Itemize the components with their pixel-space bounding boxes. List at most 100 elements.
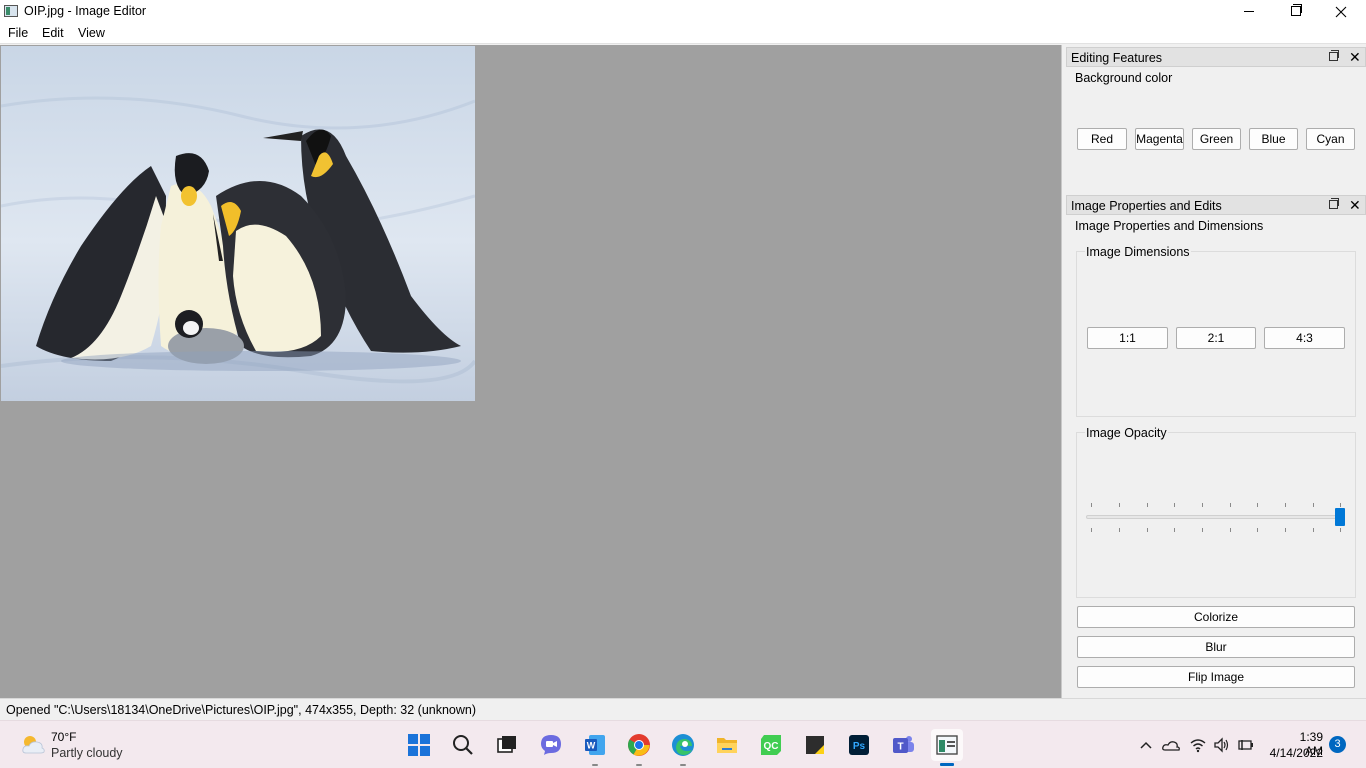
onedrive-icon[interactable] bbox=[1162, 737, 1180, 753]
battery-icon[interactable] bbox=[1237, 737, 1253, 753]
edge-icon bbox=[672, 734, 694, 756]
chrome-icon bbox=[628, 734, 650, 756]
slider-tick bbox=[1313, 503, 1314, 507]
menu-view[interactable]: View bbox=[76, 26, 107, 40]
running-indicator bbox=[592, 764, 598, 766]
opacity-slider-track[interactable] bbox=[1086, 515, 1344, 519]
status-bar: Opened "C:\Users\18134\OneDrive\Pictures… bbox=[0, 698, 1366, 720]
menu-file[interactable]: File bbox=[6, 26, 30, 40]
close-window-button[interactable] bbox=[1318, 0, 1364, 24]
notification-badge[interactable]: 3 bbox=[1329, 736, 1346, 753]
image-properties-title: Image Properties and Edits bbox=[1071, 199, 1222, 213]
magenta-button[interactable]: Magenta bbox=[1135, 128, 1184, 150]
image-editor-button[interactable] bbox=[931, 729, 963, 766]
slider-tick bbox=[1174, 528, 1175, 532]
ratio-1-1-button[interactable]: 1:1 bbox=[1087, 327, 1168, 349]
weather-icon[interactable] bbox=[20, 733, 46, 755]
maximize-button[interactable] bbox=[1272, 0, 1318, 24]
search-icon bbox=[453, 735, 473, 755]
file-explorer-button[interactable] bbox=[711, 729, 743, 761]
slider-tick bbox=[1230, 503, 1231, 507]
blur-button[interactable]: Blur bbox=[1077, 636, 1355, 658]
teams-button[interactable]: T bbox=[887, 729, 919, 761]
slider-tick bbox=[1202, 503, 1203, 507]
photoshop-icon: Ps bbox=[849, 735, 869, 755]
title-bar: OIP.jpg - Image Editor bbox=[0, 0, 1366, 24]
slider-tick bbox=[1257, 503, 1258, 507]
slider-tick bbox=[1091, 503, 1092, 507]
image-properties-titlebar[interactable]: Image Properties and Edits ✕ bbox=[1066, 195, 1366, 215]
slider-tick bbox=[1091, 528, 1092, 532]
svg-text:QC: QC bbox=[764, 741, 779, 752]
slider-tick bbox=[1119, 503, 1120, 507]
chrome-button[interactable] bbox=[623, 729, 655, 766]
search-button[interactable] bbox=[447, 729, 479, 761]
svg-text:W: W bbox=[587, 741, 596, 751]
image-canvas[interactable] bbox=[0, 45, 1062, 698]
image-opacity-label: Image Opacity bbox=[1085, 426, 1168, 440]
start-icon bbox=[408, 734, 430, 756]
clock-date[interactable]: 4/14/2022 bbox=[1268, 746, 1323, 760]
editing-features-titlebar[interactable]: Editing Features ✕ bbox=[1066, 47, 1366, 67]
slider-tick bbox=[1340, 528, 1341, 532]
edge-button[interactable] bbox=[667, 729, 699, 766]
ratio-4-3-button[interactable]: 4:3 bbox=[1264, 327, 1345, 349]
slider-tick bbox=[1230, 528, 1231, 532]
close-icon[interactable]: ✕ bbox=[1349, 197, 1361, 213]
menu-edit[interactable]: Edit bbox=[40, 26, 66, 40]
ratio-2-1-button[interactable]: 2:1 bbox=[1176, 327, 1256, 349]
float-icon[interactable] bbox=[1329, 198, 1339, 209]
status-message: Opened "C:\Users\18134\OneDrive\Pictures… bbox=[6, 703, 477, 717]
green-button[interactable]: Green bbox=[1192, 128, 1241, 150]
qt-creator-button[interactable]: QC bbox=[755, 729, 787, 761]
svg-text:Ps: Ps bbox=[853, 741, 866, 752]
file-explorer-icon bbox=[717, 738, 737, 753]
chat-icon bbox=[541, 735, 561, 755]
slider-tick bbox=[1285, 503, 1286, 507]
colorize-button[interactable]: Colorize bbox=[1077, 606, 1355, 628]
slider-tick bbox=[1340, 503, 1341, 507]
teams-icon: T bbox=[893, 736, 914, 753]
flip-image-button[interactable]: Flip Image bbox=[1077, 666, 1355, 688]
word-button[interactable]: W bbox=[579, 729, 611, 766]
start-button[interactable] bbox=[403, 729, 435, 761]
properties-dimensions-label: Image Properties and Dimensions bbox=[1075, 219, 1264, 233]
slider-tick bbox=[1119, 528, 1120, 532]
photoshop-button[interactable]: Ps bbox=[843, 729, 875, 761]
image-dimensions-label: Image Dimensions bbox=[1085, 245, 1191, 259]
window-title: OIP.jpg - Image Editor bbox=[24, 4, 147, 18]
penguin-photo bbox=[1, 46, 475, 401]
volume-icon[interactable] bbox=[1213, 737, 1229, 753]
task-view-button[interactable] bbox=[491, 729, 523, 761]
close-icon bbox=[1335, 6, 1347, 18]
wifi-icon[interactable] bbox=[1189, 737, 1206, 753]
float-icon[interactable] bbox=[1329, 50, 1339, 61]
editing-features-title: Editing Features bbox=[1071, 51, 1163, 65]
sticky-notes-button[interactable] bbox=[799, 729, 831, 761]
slider-tick bbox=[1313, 528, 1314, 532]
opacity-slider-handle[interactable] bbox=[1335, 508, 1345, 526]
word-icon: W bbox=[585, 735, 605, 755]
svg-text:T: T bbox=[897, 742, 903, 753]
running-indicator bbox=[636, 764, 642, 766]
weather-description[interactable]: Partly cloudy bbox=[51, 746, 123, 760]
cyan-button[interactable]: Cyan bbox=[1306, 128, 1355, 150]
red-button[interactable]: Red bbox=[1077, 128, 1127, 150]
blue-button[interactable]: Blue bbox=[1249, 128, 1298, 150]
chevron-up-icon[interactable] bbox=[1138, 737, 1154, 753]
taskbar: 70°F Partly cloudy W QC Ps T 1:39 AM 4/1… bbox=[0, 720, 1366, 768]
slider-tick bbox=[1147, 528, 1148, 532]
menu-bar: File Edit View bbox=[0, 24, 1366, 44]
task-view-icon bbox=[497, 736, 516, 753]
close-icon[interactable]: ✕ bbox=[1349, 49, 1361, 65]
qt-creator-icon: QC bbox=[761, 735, 781, 755]
slider-tick bbox=[1257, 528, 1258, 532]
minimize-button[interactable] bbox=[1226, 0, 1272, 24]
app-icon bbox=[4, 5, 18, 17]
background-color-label: Background color bbox=[1075, 71, 1173, 85]
slider-tick bbox=[1147, 503, 1148, 507]
running-indicator bbox=[680, 764, 686, 766]
chat-button[interactable] bbox=[535, 729, 567, 761]
weather-temperature[interactable]: 70°F bbox=[51, 730, 76, 744]
slider-tick bbox=[1174, 503, 1175, 507]
